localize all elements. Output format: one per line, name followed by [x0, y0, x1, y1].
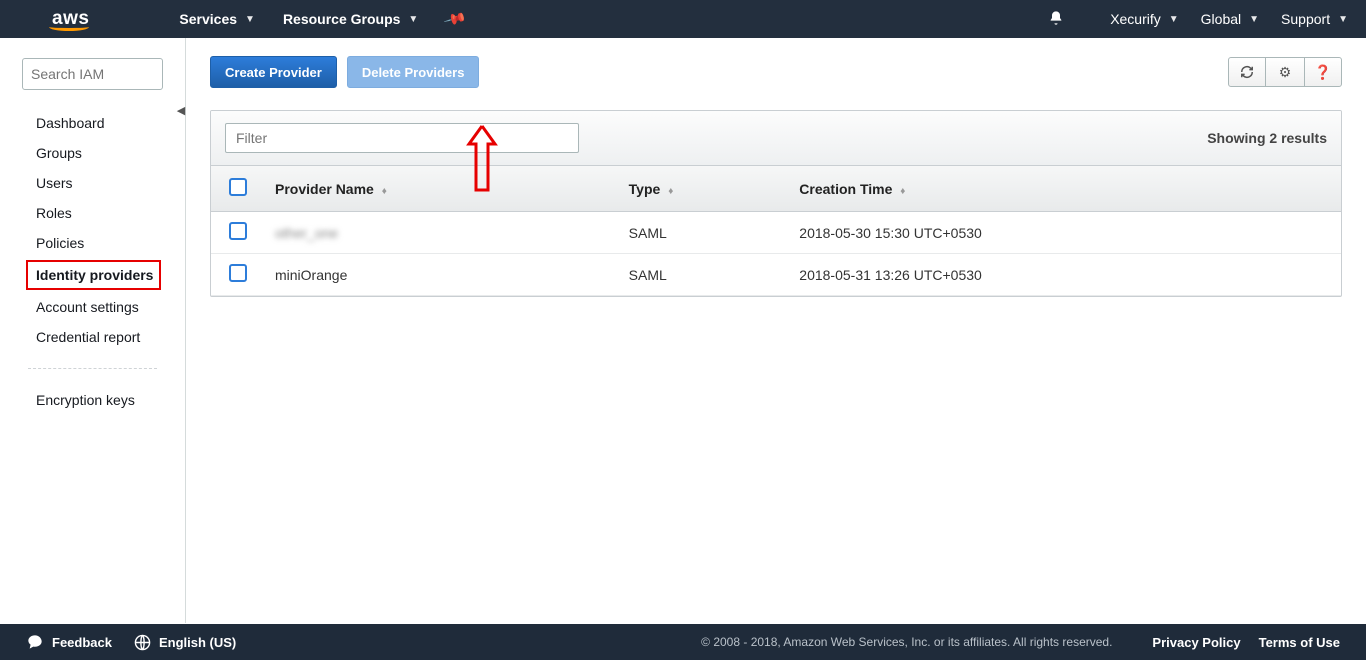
speech-bubble-icon	[26, 634, 44, 650]
search-iam-box[interactable]	[22, 58, 163, 90]
sidebar-item-users[interactable]: Users	[0, 168, 185, 198]
settings-button[interactable]: ⚙	[1266, 57, 1304, 87]
refresh-button[interactable]	[1228, 57, 1266, 87]
table-row[interactable]: miniOrange SAML 2018-05-31 13:26 UTC+053…	[211, 254, 1341, 296]
main-area: ◀ Dashboard Groups Users Roles Policies …	[0, 38, 1366, 623]
filter-row: Showing 2 results	[211, 111, 1341, 166]
filter-input[interactable]	[225, 123, 579, 153]
sidebar-item-policies[interactable]: Policies	[0, 228, 185, 258]
region-menu[interactable]: Global ▼	[1201, 11, 1259, 27]
support-menu[interactable]: Support ▼	[1281, 11, 1348, 27]
provider-type-cell: SAML	[619, 254, 790, 296]
caret-down-icon: ▼	[1249, 14, 1259, 25]
caret-down-icon: ▼	[408, 14, 418, 25]
table-row[interactable]: other_one SAML 2018-05-30 15:30 UTC+0530	[211, 212, 1341, 254]
col-creation-time[interactable]: Creation Time ♦	[789, 166, 1341, 212]
notifications-icon[interactable]	[1048, 9, 1064, 30]
feedback-label: Feedback	[52, 635, 112, 650]
col-type[interactable]: Type ♦	[619, 166, 790, 212]
provider-creation-cell: 2018-05-31 13:26 UTC+0530	[789, 254, 1341, 296]
services-menu[interactable]: Services ▼	[179, 11, 255, 27]
providers-table-wrapper: Showing 2 results Provider Name ♦ Type	[210, 110, 1342, 297]
search-iam-input[interactable]	[31, 66, 154, 82]
provider-name-cell: other_one	[275, 225, 338, 241]
sidebar-collapse-icon[interactable]: ◀	[176, 100, 186, 120]
provider-creation-cell: 2018-05-30 15:30 UTC+0530	[789, 212, 1341, 254]
footer: Feedback English (US) © 2008 - 2018, Ama…	[0, 624, 1366, 660]
feedback-link[interactable]: Feedback	[26, 634, 112, 650]
services-label: Services	[179, 11, 237, 27]
help-button[interactable]: ❓	[1304, 57, 1342, 87]
sidebar-divider	[28, 368, 157, 369]
resource-groups-label: Resource Groups	[283, 11, 400, 27]
col-provider-name[interactable]: Provider Name ♦	[265, 166, 619, 212]
sidebar-item-identity-providers[interactable]: Identity providers	[26, 260, 161, 290]
content-area: Create Provider Delete Providers ⚙ ❓	[186, 38, 1366, 623]
terms-of-use-link[interactable]: Terms of Use	[1259, 635, 1340, 650]
col-provider-name-label: Provider Name	[275, 181, 374, 197]
refresh-icon	[1240, 65, 1254, 79]
col-creation-time-label: Creation Time	[799, 181, 892, 197]
caret-down-icon: ▼	[1338, 14, 1348, 25]
providers-table: Provider Name ♦ Type ♦ Creation Time ♦	[211, 166, 1341, 296]
privacy-policy-link[interactable]: Privacy Policy	[1152, 635, 1240, 650]
delete-providers-button: Delete Providers	[347, 56, 480, 88]
create-provider-button[interactable]: Create Provider	[210, 56, 337, 88]
table-toolbar: ⚙ ❓	[1228, 57, 1342, 87]
caret-down-icon: ▼	[245, 14, 255, 25]
sidebar-item-credential-report[interactable]: Credential report	[0, 322, 185, 352]
sort-icon: ♦	[382, 186, 385, 197]
resource-groups-menu[interactable]: Resource Groups ▼	[283, 11, 418, 27]
account-label: Xecurify	[1110, 11, 1161, 27]
help-icon: ❓	[1314, 64, 1331, 81]
action-bar: Create Provider Delete Providers ⚙ ❓	[210, 56, 1342, 88]
copyright-text: © 2008 - 2018, Amazon Web Services, Inc.…	[701, 635, 1112, 649]
language-label: English (US)	[159, 635, 236, 650]
sidebar-item-account-settings[interactable]: Account settings	[0, 292, 185, 322]
gear-icon: ⚙	[1279, 64, 1292, 81]
col-type-label: Type	[629, 181, 661, 197]
caret-down-icon: ▼	[1169, 14, 1179, 25]
row-checkbox[interactable]	[229, 222, 247, 240]
row-checkbox[interactable]	[229, 264, 247, 282]
select-all-checkbox[interactable]	[229, 178, 247, 196]
language-selector[interactable]: English (US)	[134, 634, 236, 651]
sidebar-item-encryption-keys[interactable]: Encryption keys	[0, 385, 185, 415]
provider-name-cell: miniOrange	[265, 254, 619, 296]
provider-type-cell: SAML	[619, 212, 790, 254]
region-label: Global	[1201, 11, 1241, 27]
aws-logo[interactable]: aws	[52, 8, 129, 30]
sort-icon: ♦	[668, 186, 671, 197]
support-label: Support	[1281, 11, 1330, 27]
results-count: Showing 2 results	[1207, 130, 1327, 146]
sidebar-item-roles[interactable]: Roles	[0, 198, 185, 228]
pin-icon[interactable]: 📌	[443, 7, 468, 32]
sort-icon: ♦	[900, 186, 903, 197]
sidebar-item-groups[interactable]: Groups	[0, 138, 185, 168]
globe-icon	[134, 634, 151, 651]
sidebar: ◀ Dashboard Groups Users Roles Policies …	[0, 38, 186, 623]
sidebar-item-dashboard[interactable]: Dashboard	[0, 108, 185, 138]
account-menu[interactable]: Xecurify ▼	[1110, 11, 1178, 27]
select-all-header	[211, 166, 265, 212]
top-nav: aws Services ▼ Resource Groups ▼ 📌 Xecur…	[0, 0, 1366, 38]
